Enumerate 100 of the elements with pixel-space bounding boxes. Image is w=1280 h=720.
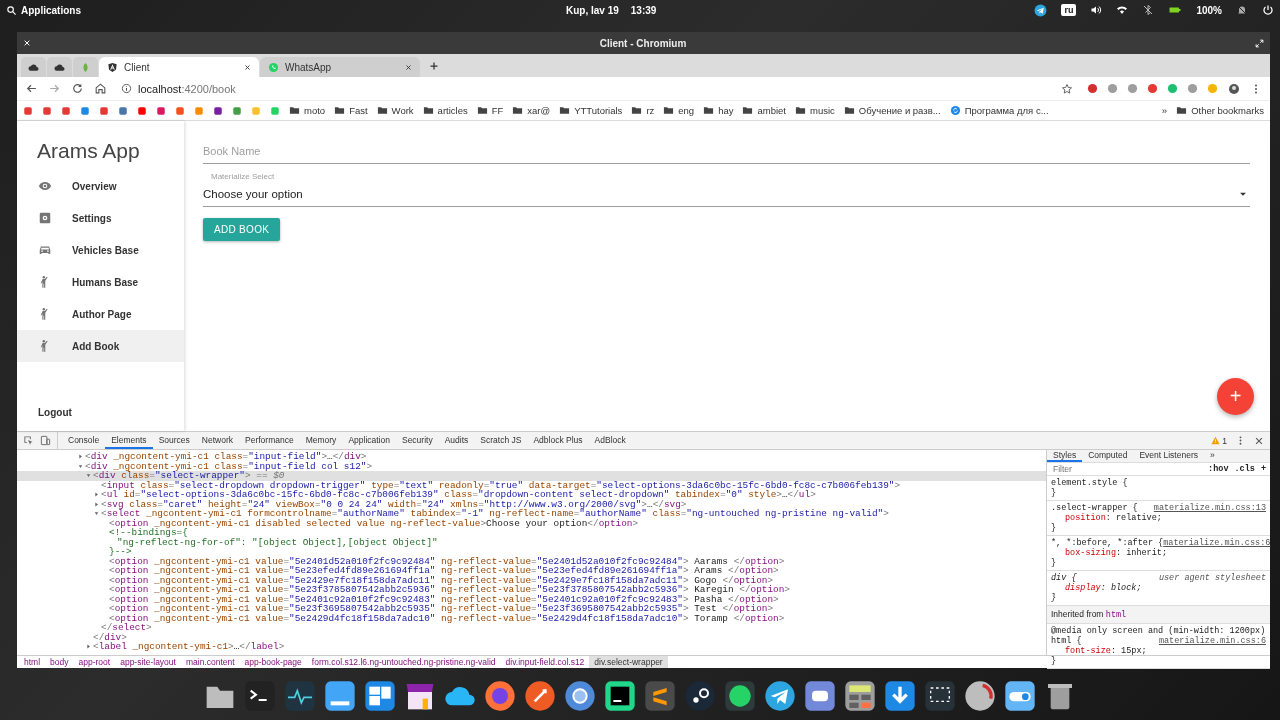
dom-node-row[interactable]: <!--bindings={ [17,528,1046,538]
book-name-field[interactable]: Book Name [203,139,1250,164]
breadcrumb[interactable]: form.col.s12.l6.ng-untouched.ng-pristine.ng-valid [306,656,501,668]
notifications-off-icon[interactable] [1236,4,1248,16]
browser-tab[interactable]: WhatsApp [260,57,420,77]
wifi-icon[interactable] [1116,4,1129,16]
browser-icon[interactable] [564,680,596,712]
devtools-tab[interactable]: Elements [105,432,153,449]
site-icon[interactable] [137,105,147,116]
extension-icon[interactable] [1127,83,1138,94]
devtools-tab[interactable]: Performance [239,432,300,449]
devtools-tab[interactable]: Sources [152,432,196,449]
bookmark[interactable]: Fast [334,105,368,116]
styles-tab[interactable]: Event Listeners [1133,450,1204,462]
bookmark[interactable]: YTTutorials [559,105,623,116]
site-icon[interactable] [23,105,33,116]
dom-node-row[interactable]: <option _ngcontent-ymi-c1 value="5e23f3785807542abb2c5936" ng-reflect-value="5e23f3785807542abb2c5936"> Karegin </option> [17,585,1046,595]
bookmark[interactable]: xar@ [512,105,551,116]
dom-node-row[interactable]: <option _ngcontent-ymi-c1 value="5e2429d4fc18f158da7adc10" ng-reflect-value="5e2429d4fc18f158da7adc10"> Toramp </option> [17,613,1046,623]
devtools-tab[interactable]: Console [62,432,106,449]
devtools-tab[interactable]: Memory [299,432,343,449]
warnings-counter[interactable]: 1 [1211,435,1227,446]
dom-node-row[interactable]: <svg class="caret" height="24" viewBox="0 0 24 24" width="24" xmlns="http://www.w3.org/2000/svg">…</svg> [17,499,1046,509]
breadcrumb[interactable]: div.select-wrapper [589,656,668,668]
dom-node-row[interactable]: </select> [17,623,1046,633]
device-icon[interactable] [40,435,51,446]
disk-icon[interactable] [964,680,996,712]
author-select[interactable]: Choose your option [203,181,1250,207]
devtools-tab[interactable]: AdBlock [588,432,632,449]
source-link[interactable]: materialize.min.css:6 [1163,538,1271,548]
applications-menu[interactable]: Applications [21,4,81,16]
dom-node-row[interactable]: <ul id="select-options-3da6c0bc-15fc-6bd0-fc8c-c7b006feb139" class="dropdown-content select-dropdown" tabindex="0" style>…</ul> [17,490,1046,500]
site-icon[interactable] [156,105,166,116]
styles-tab[interactable]: Computed [1082,450,1134,462]
devtools-tab[interactable]: Scratch JS [474,432,528,449]
close-icon[interactable] [244,63,251,71]
editor-icon[interactable] [644,680,676,712]
keyboard-layout-indicator[interactable]: ru [1061,4,1077,16]
bookmark[interactable]: ambiet [742,105,786,116]
dom-node-row[interactable]: <option _ngcontent-ymi-c1 value="5e23efed4fd89e261694ff1a" ng-reflect-value="5e23efed4fd89e261694ff1a"> Arams </option> [17,566,1046,576]
breadcrumb[interactable]: app-root [73,656,116,668]
collapse-triangle-icon[interactable] [93,510,100,518]
site-icon[interactable] [99,105,109,116]
logout-link[interactable]: Logout [17,407,184,431]
add-button[interactable]: + [1217,378,1254,415]
cls-toggle[interactable]: .cls [1234,464,1255,474]
home-icon[interactable] [94,82,107,95]
devtools-tab[interactable]: Audits [438,432,475,449]
more-tabs-button[interactable]: » [1203,450,1221,462]
browser-tab[interactable]: Client [99,57,259,77]
bookmark[interactable]: articles [422,105,468,116]
site-icon[interactable] [61,105,71,116]
chat-bubble-icon[interactable] [804,680,836,712]
dom-node-row[interactable]: <div _ngcontent-ymi-c1 class="input-field">…</div> [17,452,1046,462]
source-link[interactable]: materialize.min.css:6 [1158,636,1266,646]
breadcrumb[interactable]: app-site-layout [115,656,181,668]
dom-node-row[interactable]: <div _ngcontent-ymi-c1 class="input-field col s12"> [17,461,1046,471]
paper-plane-icon[interactable] [764,680,796,712]
globe-icon[interactable] [484,680,516,712]
bookmark[interactable]: Work [376,105,414,116]
devtools-tab[interactable]: Adblock Plus [527,432,589,449]
tiles-icon[interactable] [364,680,396,712]
maximize-icon[interactable] [1255,38,1264,48]
dom-node-row[interactable]: "ng-reflect-ng-for-of": "[object Object],[object Object]" [17,537,1046,547]
address-bar[interactable]: localhost:4200/book [117,78,1077,99]
extension-icon[interactable] [1107,83,1118,94]
source-link[interactable]: materialize.min.css:13 [1153,503,1266,513]
site-icon[interactable] [42,105,52,116]
site-icon[interactable] [213,105,223,116]
breadcrumb[interactable]: div.input-field.col.s12 [500,656,590,668]
pinned-tab[interactable] [47,57,72,77]
site-icon[interactable] [175,105,185,116]
site-icon[interactable] [118,105,128,116]
devtools-tab[interactable]: Application [342,432,396,449]
bookmark[interactable]: moto [289,105,326,116]
dom-node-row[interactable]: <div class="select-wrapper"> == $0 [17,471,1046,481]
bookmark[interactable]: eng [663,105,695,116]
nav-item[interactable]: Humans Base [17,266,184,298]
nav-item[interactable]: Overview [17,170,184,202]
calculator-icon[interactable] [844,680,876,712]
bookmark[interactable]: hay [703,105,734,116]
devtools-tab[interactable]: Network [195,432,239,449]
dom-node-row[interactable]: <option _ngcontent-ymi-c1 value="5e2401d52a010f2fc9c92484" ng-reflect-value="5e2401d52a010f2fc9c92484"> Aarams </option> [17,556,1046,566]
reload-icon[interactable] [71,82,84,95]
nav-item[interactable]: Settings [17,202,184,234]
dom-node-row[interactable]: <select _ngcontent-ymi-c1 formcontrolname="authorName" tabindex="-1" ng-reflect-name="authorName" class="ng-untouched ng-pristine ng-valid"> [17,509,1046,519]
breadcrumb[interactable]: html [19,656,46,668]
new-rule-button[interactable]: + [1260,464,1266,474]
volume-icon[interactable] [1090,4,1103,16]
screenshot-icon[interactable] [924,680,956,712]
chat-icon[interactable] [724,680,756,712]
breadcrumb[interactable]: app-book-page [239,656,307,668]
dom-node-row[interactable]: }--> [17,547,1046,557]
site-icon[interactable] [80,105,90,116]
bookmark[interactable]: music [795,105,835,116]
dom-node-row[interactable]: <option _ngcontent-ymi-c1 value="5e23f3695807542abb2c5935" ng-reflect-value="5e23f3695807542abb2c5935"> Test </option> [17,604,1046,614]
extension-icon[interactable] [1087,83,1098,94]
download-icon[interactable] [884,680,916,712]
dom-node-row[interactable]: <option _ngcontent-ymi-c1 value="5e2401c92a010f2fc9c92483" ng-reflect-value="5e2401c92a010f2fc9c92483"> Pasha </option> [17,594,1046,604]
nav-item[interactable]: Author Page [17,298,184,330]
